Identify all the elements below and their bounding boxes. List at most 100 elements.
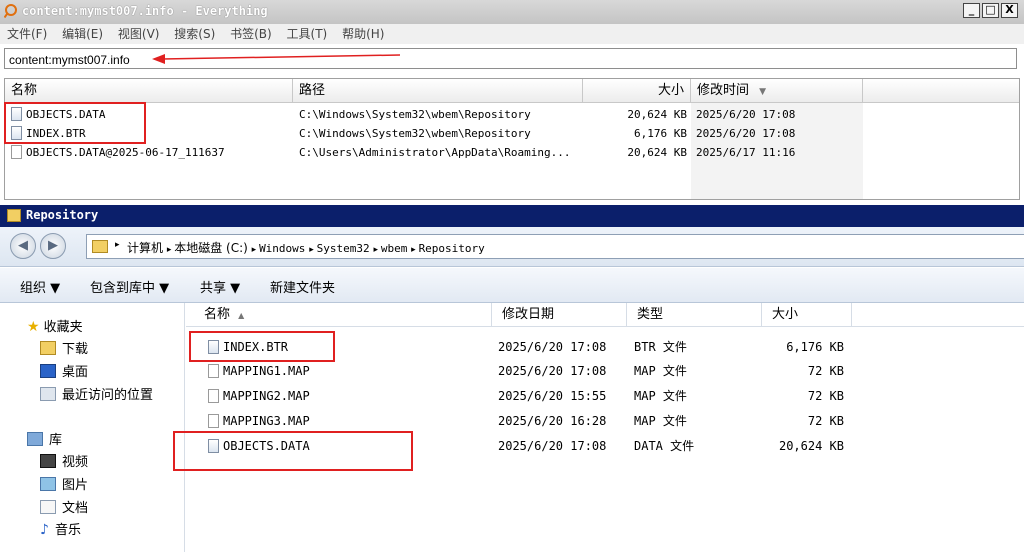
file-row[interactable]: MAPPING3.MAP [208,410,310,432]
nav-documents[interactable]: 文档 [40,497,88,516]
file-type: MAP 文件 [634,414,687,428]
column-header-modified-label: 修改时间 [697,83,750,98]
breadcrumb-computer[interactable]: 计算机 [127,241,163,255]
file-name: MAPPING3.MAP [223,414,310,428]
nav-videos[interactable]: 视频 [40,451,88,470]
menu-bookmarks[interactable]: 书签(B) [223,24,276,44]
library-icon [27,432,43,446]
new-folder-button[interactable]: 新建文件夹 [270,277,335,296]
breadcrumb-system32[interactable]: System32 [317,242,370,255]
sort-asc-icon: ▲ [238,311,245,320]
nav-desktop[interactable]: 桌面 [40,361,88,380]
explorer-title-bar: Repository [0,205,1024,227]
file-date: 2025/6/20 15:55 [498,389,607,403]
everything-logo-icon [4,4,17,18]
command-bar: 组织 ▼ 包含到库中 ▼ 共享 ▼ 新建文件夹 [0,268,1024,303]
forward-button[interactable]: ▶ [40,233,66,259]
results-list: 名称 路径 大小 修改时间 ▼ OBJECTS.DATA C:\Windows\… [4,78,1020,200]
file-type: MAP 文件 [634,389,687,403]
result-modified: 2025/6/20 17:08 [696,108,796,121]
result-path: C:\Windows\System32\wbem\Repository [299,108,531,121]
maximize-button[interactable]: □ [982,3,999,18]
chevron-right-icon: ▸ [115,240,120,250]
result-path: C:\Users\Administrator\AppData\Roaming..… [299,146,571,159]
forward-arrow-icon: ▶ [48,238,58,253]
minimize-button[interactable]: _ [963,3,980,18]
chevron-right-icon: ▸ [251,245,260,255]
breadcrumb-wbem[interactable]: wbem [381,242,408,255]
nav-music-label: 音乐 [54,523,81,538]
nav-downloads-label: 下载 [62,342,89,357]
nav-favorites[interactable]: ★ 收藏夹 [27,316,83,335]
file-icon [11,145,22,159]
recent-places-icon [40,387,56,401]
share-button[interactable]: 共享 ▼ [200,277,240,296]
explorer-title: Repository [26,208,99,222]
nav-pictures-label: 图片 [62,478,89,493]
nav-favorites-label: 收藏夹 [43,320,83,335]
menu-file[interactable]: 文件(F) [0,24,51,44]
result-name: OBJECTS.DATA@2025-06-17_111637 [26,146,225,159]
column-header-path[interactable]: 路径 [293,79,583,103]
file-size: 72 KB [807,389,844,403]
star-icon: ★ [27,319,40,335]
back-arrow-icon: ◀ [18,238,28,253]
breadcrumb-windows[interactable]: Windows [259,242,305,255]
address-bar[interactable]: ▸ 计算机 ▸ 本地磁盘 (C:) ▸ Windows ▸ System32 ▸… [86,234,1024,259]
file-date: 2025/6/20 16:28 [498,414,607,428]
file-type: BTR 文件 [634,340,687,354]
explorer-nav-bar: ◀ ▶ ▸ 计算机 ▸ 本地磁盘 (C:) ▸ Windows ▸ System… [0,227,1024,267]
column-header-size[interactable]: 大小 [583,79,691,103]
breadcrumb: 计算机 ▸ 本地磁盘 (C:) ▸ Windows ▸ System32 ▸ w… [127,239,485,256]
window-title: content:mymst007.info - Everything [22,4,268,18]
file-date: 2025/6/20 17:08 [498,340,607,354]
breadcrumb-local-disk[interactable]: 本地磁盘 (C:) [174,241,248,255]
nav-libraries[interactable]: 库 [27,429,62,448]
file-icon [208,389,219,403]
nav-recent-places[interactable]: 最近访问的位置 [40,384,153,403]
menu-tools[interactable]: 工具(T) [280,24,332,44]
nav-desktop-label: 桌面 [62,365,89,380]
column-header-size[interactable]: 大小 [762,303,852,327]
column-header-name-label: 名称 [204,307,231,322]
sort-desc-icon: ▼ [759,87,767,97]
file-size: 72 KB [807,364,844,378]
nav-pictures[interactable]: 图片 [40,474,88,493]
file-size: 72 KB [807,414,844,428]
file-date: 2025/6/20 17:08 [498,364,607,378]
column-header-type[interactable]: 类型 [627,303,762,327]
column-header-modified[interactable]: 修改时间 ▼ [691,79,863,103]
nav-music[interactable]: ♪ 音乐 [40,519,81,538]
nav-libraries-label: 库 [49,433,63,448]
close-button[interactable]: X [1001,3,1018,18]
chevron-right-icon: ▸ [309,245,317,255]
file-row[interactable]: MAPPING2.MAP [208,385,310,407]
back-button[interactable]: ◀ [10,233,36,259]
menu-help[interactable]: 帮助(H) [335,24,388,44]
include-in-library-button[interactable]: 包含到库中 ▼ [90,277,169,296]
menu-bar: 文件(F) 编辑(E) 视图(V) 搜索(S) 书签(B) 工具(T) 帮助(H… [0,24,1024,44]
file-name: MAPPING2.MAP [223,389,310,403]
column-header-date[interactable]: 修改日期 [492,303,627,327]
nav-videos-label: 视频 [62,455,89,470]
menu-edit[interactable]: 编辑(E) [55,24,107,44]
breadcrumb-repository[interactable]: Repository [419,242,485,255]
folder-icon [7,209,21,222]
result-modified: 2025/6/20 17:08 [696,127,796,140]
pictures-icon [40,477,56,491]
nav-documents-label: 文档 [62,501,89,516]
organize-button[interactable]: 组织 ▼ [20,277,60,296]
music-icon: ♪ [40,522,49,538]
chevron-right-icon: ▸ [373,245,381,255]
file-row[interactable]: MAPPING1.MAP [208,360,310,382]
file-date: 2025/6/20 17:08 [498,439,607,453]
menu-view[interactable]: 视图(V) [111,24,164,44]
menu-search[interactable]: 搜索(S) [167,24,219,44]
column-header-name[interactable]: 名称 ▲ [186,303,492,327]
result-path: C:\Windows\System32\wbem\Repository [299,127,531,140]
column-header-name[interactable]: 名称 [5,79,293,103]
file-size: 20,624 KB [778,439,844,453]
nav-downloads[interactable]: 下载 [40,338,88,357]
file-name: MAPPING1.MAP [223,364,310,378]
result-row[interactable]: OBJECTS.DATA@2025-06-17_111637 [11,143,297,162]
